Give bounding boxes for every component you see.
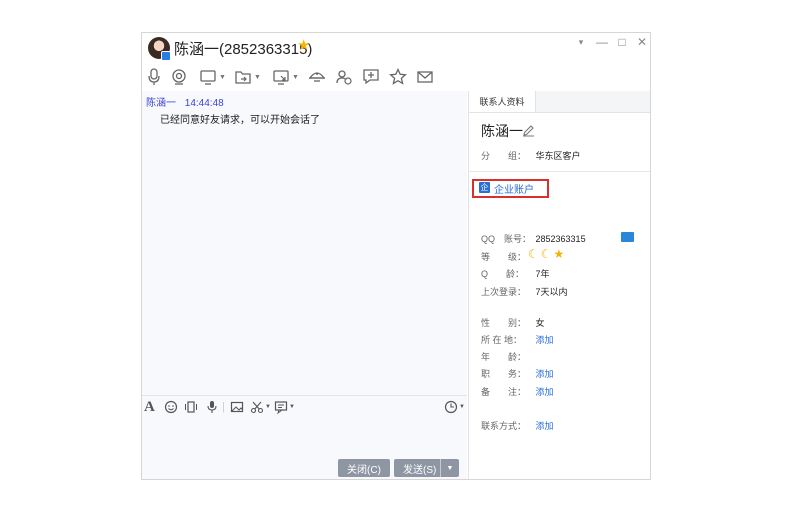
device-badge-icon bbox=[161, 51, 171, 61]
maximize-button[interactable]: □ bbox=[614, 35, 630, 49]
file-transfer-icon[interactable]: ▼ bbox=[234, 67, 261, 87]
enterprise-account-link[interactable]: 企业账户 bbox=[494, 181, 534, 196]
location-row: 所 在 地： 添加 bbox=[481, 333, 554, 346]
font-icon[interactable]: A bbox=[144, 399, 155, 415]
moon-icon: ☾ bbox=[540, 247, 552, 261]
qq-label: QQ 账号： bbox=[481, 234, 532, 244]
qage-label: Q 龄： bbox=[481, 269, 525, 279]
star-icon: ★ bbox=[553, 247, 565, 261]
group-row: 分 组： 华东区客户 bbox=[481, 149, 581, 162]
app-center-icon[interactable] bbox=[308, 67, 326, 87]
level-icons: ☾ ☾ ★ bbox=[528, 247, 564, 261]
tab-contact-info[interactable]: 联系人资料 bbox=[469, 91, 536, 112]
vip-star-icon: ★ bbox=[297, 37, 311, 54]
note-add-link[interactable]: 添加 bbox=[536, 387, 554, 397]
voice-message-icon[interactable] bbox=[206, 399, 218, 415]
voice-call-icon[interactable] bbox=[147, 67, 161, 87]
qq-value: 2852363315 bbox=[535, 234, 586, 244]
send-button[interactable]: 发送(S) ▼ bbox=[394, 459, 459, 477]
send-options-dropdown-icon[interactable]: ▼ bbox=[440, 459, 459, 477]
enterprise-icon: 企 bbox=[479, 182, 490, 193]
toolbar-divider: | bbox=[222, 401, 225, 413]
gender-label: 性 别： bbox=[481, 318, 527, 328]
job-label: 职 务： bbox=[481, 369, 527, 379]
job-add-link[interactable]: 添加 bbox=[536, 369, 554, 379]
window-title: 陈涵一(2852363315) bbox=[174, 41, 313, 58]
business-card-icon[interactable] bbox=[621, 232, 634, 242]
remote-assist-icon[interactable]: ▼ bbox=[272, 67, 299, 87]
screenshot-icon[interactable]: ▼ bbox=[250, 399, 271, 415]
send-button-label: 发送(S) bbox=[403, 464, 437, 476]
message-sender: 陈涵一 bbox=[146, 98, 176, 109]
contact-method-row: 联系方式： 添加 bbox=[481, 419, 554, 432]
gender-value: 女 bbox=[535, 318, 545, 328]
age-label: 年 龄： bbox=[481, 352, 527, 362]
section-divider bbox=[469, 171, 650, 172]
contact-method-add-link[interactable]: 添加 bbox=[536, 421, 554, 431]
title-bar: 陈涵一(2852363315) ★ ▾ — □ ✕ bbox=[142, 33, 650, 63]
close-button[interactable]: 关闭(C) bbox=[338, 459, 390, 477]
contact-info-panel: 联系人资料 陈涵一 分 组： 华东区客户 企 企业账户 QQ 账号： 28523… bbox=[468, 91, 650, 479]
location-label: 所 在 地： bbox=[481, 335, 523, 345]
close-button-label: 关闭(C) bbox=[347, 464, 381, 476]
qage-value: 7年 bbox=[535, 269, 550, 279]
message-header: 陈涵一 14:44:48 bbox=[146, 94, 224, 109]
emoji-icon[interactable] bbox=[164, 399, 178, 415]
level-label: 等 级： bbox=[481, 252, 527, 262]
minimize-button[interactable]: — bbox=[594, 35, 610, 49]
note-row: 备 注： 添加 bbox=[481, 385, 554, 398]
gender-row: 性 别： 女 bbox=[481, 316, 545, 329]
chat-record-icon[interactable]: ▼ bbox=[274, 399, 295, 415]
favorite-icon[interactable] bbox=[389, 67, 407, 87]
menu-dropdown-icon[interactable]: ▾ bbox=[573, 37, 589, 48]
group-label: 分 组： bbox=[481, 151, 527, 161]
age-row: 年 龄： bbox=[481, 350, 533, 363]
input-toolbar: A | ▼ ▼ ▼ bbox=[142, 395, 467, 418]
mail-icon[interactable] bbox=[416, 67, 434, 87]
contact-name: 陈涵一 bbox=[481, 123, 523, 139]
chat-window: 陈涵一(2852363315) ★ ▾ — □ ✕ ▼ ▼ ▼ 陈涵一 14:4… bbox=[141, 32, 651, 480]
add-icon[interactable] bbox=[362, 67, 380, 87]
close-window-button[interactable]: ✕ bbox=[634, 35, 650, 49]
last-login-value: 7天以内 bbox=[535, 287, 568, 297]
shake-icon[interactable] bbox=[184, 399, 198, 415]
job-row: 职 务： 添加 bbox=[481, 367, 554, 380]
main-toolbar: ▼ ▼ ▼ bbox=[142, 65, 650, 89]
moon-icon: ☾ bbox=[528, 247, 539, 261]
chat-history[interactable]: 陈涵一 14:44:48 已经同意好友请求，可以开始会话了 bbox=[142, 91, 467, 395]
location-add-link[interactable]: 添加 bbox=[536, 335, 554, 345]
contact-method-label: 联系方式： bbox=[481, 421, 527, 431]
message-text: 已经同意好友请求，可以开始会话了 bbox=[160, 115, 320, 126]
screen-share-icon[interactable]: ▼ bbox=[199, 67, 226, 87]
last-login-label: 上次登录： bbox=[481, 287, 527, 297]
edit-icon[interactable] bbox=[522, 124, 535, 142]
group-add-icon[interactable] bbox=[335, 67, 353, 87]
group-value[interactable]: 华东区客户 bbox=[536, 151, 581, 161]
qq-row: QQ 账号： 2852363315 bbox=[481, 232, 586, 245]
history-clock-icon[interactable]: ▼ bbox=[444, 399, 465, 415]
video-call-icon[interactable] bbox=[171, 67, 187, 87]
image-icon[interactable] bbox=[230, 399, 244, 415]
message-input[interactable]: 关闭(C) 发送(S) ▼ bbox=[142, 417, 467, 479]
note-label: 备 注： bbox=[481, 387, 527, 397]
qage-row: Q 龄： 7年 bbox=[481, 267, 550, 280]
message-time: 14:44:48 bbox=[184, 98, 224, 109]
panel-tabbar: 联系人资料 bbox=[469, 91, 650, 113]
level-row: 等 级： bbox=[481, 250, 533, 263]
last-login-row: 上次登录： 7天以内 bbox=[481, 285, 568, 298]
